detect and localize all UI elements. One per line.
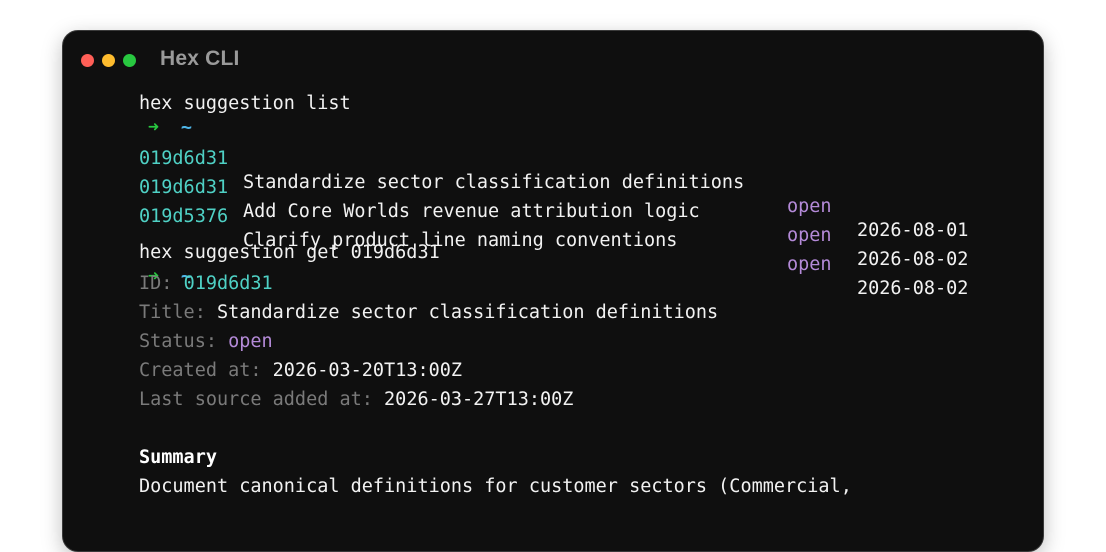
list-item: 019d6d31 Standardize sector classificati… (139, 123, 1019, 241)
close-window-button[interactable] (81, 54, 94, 67)
list-item: 019d5376 Clarify product line naming con… (139, 181, 1019, 299)
detail-title: Title: Standardize sector classification… (139, 302, 719, 323)
terminal-window: Hex CLI ➜ ~ hex suggestion list 019d6d31… (62, 30, 1044, 552)
list-item: 019d6d31 Add Core Worlds revenue attribu… (139, 152, 1019, 270)
detail-created: Created at: 2026-03-20T13:00Z (139, 360, 463, 381)
suggestion-date: 2026-08-01 (857, 220, 969, 241)
minimize-window-button[interactable] (102, 54, 115, 67)
maximize-window-button[interactable] (123, 54, 136, 67)
detail-status: Status: open (139, 331, 273, 352)
suggestion-status: open (787, 254, 832, 275)
suggestion-date: 2026-08-02 (857, 278, 969, 299)
summary-text: Document canonical definitions for custo… (139, 476, 852, 497)
title-bar: Hex CLI (63, 31, 1043, 89)
detail-id: ID: 019d6d31 (139, 273, 273, 294)
summary-heading: Summary (139, 447, 217, 468)
detail-last-source: Last source added at: 2026-03-27T13:00Z (139, 389, 574, 410)
command-text: hex suggestion list (139, 93, 351, 114)
suggestion-date: 2026-08-02 (857, 249, 969, 270)
suggestion-id: 019d5376 (139, 206, 229, 227)
suggestion-status: open (787, 225, 832, 246)
window-title: Hex CLI (160, 47, 240, 70)
command-text: hex suggestion get 019d6d31 (139, 242, 440, 263)
